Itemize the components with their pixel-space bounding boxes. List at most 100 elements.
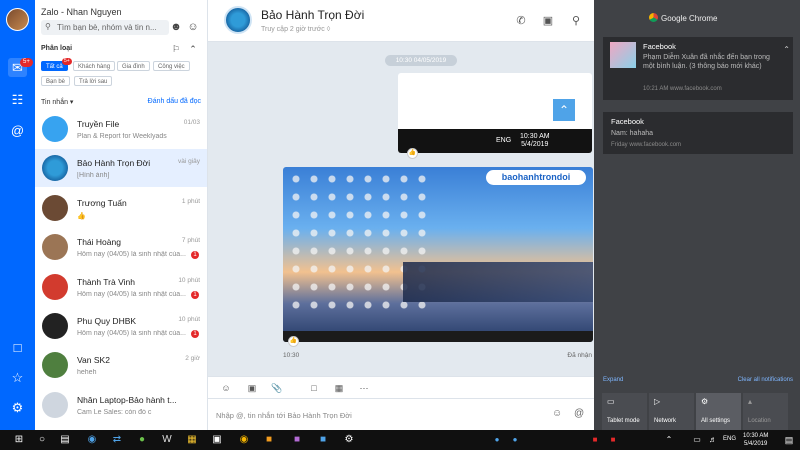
contact-status: Truy cập 2 giờ trước ◊ [261,26,331,33]
tray-icon[interactable]: ● [490,433,504,447]
notification[interactable]: Facebook Phạm Diễm Xuân đã nhắc đến bạn … [603,37,793,100]
tablet-mode-tile[interactable]: ▭ Tablet mode [602,393,647,430]
capture-icon[interactable]: □ [308,382,320,394]
search-icon[interactable]: ⚲ [569,14,583,28]
app-icon[interactable]: ● [135,433,149,447]
windows-start-icon[interactable]: ⊞ [12,433,26,447]
mention-icon[interactable]: @ [574,408,584,419]
filter-icon[interactable]: ⚐ [169,42,183,56]
action-center-links: Expand Clear all notifications [603,377,793,383]
chat-header: Bảo Hành Trọn Đời Truy cập 2 giờ trước ◊… [208,0,594,42]
chevron-up-icon[interactable]: ⌃ [662,433,676,447]
zalo-taskbar-icon[interactable]: ◉ [85,433,99,447]
settings-icon[interactable]: ⚙ [8,398,27,417]
app-icon[interactable]: ▣ [210,433,224,447]
conversation-item[interactable]: Thái Hoàng Hôm nay (04/05) là sinh nhật … [35,228,207,266]
avatar [42,392,68,418]
notification-thumbnail [610,42,636,68]
star-icon[interactable]: ☆ [8,368,27,387]
taskbar-clock[interactable]: 10:30 AM 5/4/2019 [743,432,768,448]
all-settings-tile[interactable]: ⚙ All settings [696,393,741,430]
avatar [42,313,68,339]
network-icon: ▷ [654,397,661,406]
sticker-icon[interactable]: ☺ [220,382,232,394]
user-avatar[interactable] [6,8,29,31]
gear-icon[interactable]: ⚙ [342,433,356,447]
chrome-taskbar-icon[interactable]: ◉ [237,433,251,447]
conversation-item[interactable]: Truyền File Plan & Report for Weeklyads … [35,110,207,148]
create-group-icon[interactable]: ☺ [186,20,200,34]
image-message[interactable]: ⌃ ENG 10:30 AM 5/4/2019 [398,73,592,153]
mention-icon[interactable]: @ [8,121,27,140]
video-call-icon[interactable]: ▣ [541,14,555,28]
contact-name[interactable]: Bảo Hành Trọn Đời [261,8,364,22]
word-icon[interactable]: W [160,433,174,447]
cortana-icon[interactable]: ○ [35,433,49,447]
app-icon[interactable]: ■ [262,433,276,447]
task-view-icon[interactable]: ▤ [58,433,72,447]
chip-work[interactable]: Công việc [153,61,190,71]
notification-center-icon[interactable]: ▤ [782,433,796,447]
expand-link[interactable]: Expand [603,377,623,383]
file-explorer-icon[interactable]: ▦ [185,433,199,447]
composer-toolbar: ☺ ▣ 📎 □ ▦ ⋯ [208,376,594,398]
search-input[interactable]: ⚲ Tìm bạn bè, nhóm và tin n... [41,20,169,35]
notification[interactable]: Facebook Nam: hahaha Friday www.facebook… [603,112,793,154]
tray-icon[interactable]: ■ [606,433,620,447]
conversation-item[interactable]: Bảo Hành Trọn Đời [Hình ảnh] vài giây [35,149,207,187]
card-icon[interactable]: ▦ [333,382,345,394]
messages-tab[interactable]: Tin nhắn ▾ [41,98,73,106]
conversation-item[interactable]: Thành Trà Vinh Hôm nay (04/05) là sinh n… [35,268,207,306]
zalo-app: ✉ 5+ ☷ @ □ ☆ ⚙ Zalo - Nhan Nguyen ⚲ Tìm … [0,0,800,430]
conversation-item[interactable]: Trương Tuấn 👍 1 phút [35,189,207,227]
mark-read-link[interactable]: Đánh dấu đã đọc [148,98,201,105]
chrome-icon [649,13,658,22]
app-icon[interactable]: ■ [316,433,330,447]
image-message[interactable]: baohanhtrondoi [283,167,593,342]
app-icon[interactable]: ■ [290,433,304,447]
image-taskbar [283,331,593,342]
chip-all[interactable]: Tất cả 5+ [41,58,72,71]
chevron-up-icon[interactable]: ⌃ [783,45,790,54]
avatar [42,195,68,221]
reaction-icon[interactable]: 👍 [288,336,299,347]
tray-icon[interactable]: ● [508,433,522,447]
conversation-item[interactable]: Phu Quy DHBK Hôm nay (04/05) là sinh nhậ… [35,307,207,345]
message-input[interactable]: Nhập @, tin nhắn tới Bảo Hành Trọn Đời ☺… [208,398,594,430]
volume-icon[interactable]: ♬ [706,433,720,447]
screenshot-icon[interactable]: □ [8,338,27,357]
location-tile[interactable]: ▴ Location [743,393,788,430]
more-icon[interactable]: ⋯ [358,382,370,394]
battery-icon[interactable]: ▭ [690,433,704,447]
chip-customers[interactable]: Khách hàng [73,61,116,71]
unread-badge: 1 [191,251,199,259]
action-center: Google Chrome Facebook Phạm Diễm Xuân đã… [594,0,800,430]
notification-app: Google Chrome [661,14,718,23]
reaction-icon[interactable]: 👍 [407,148,418,159]
network-tile[interactable]: ▷ Network [649,393,694,430]
conversation-item[interactable]: Van SK2 heheh 2 giờ [35,346,207,384]
chip-reply-later[interactable]: Trả lời sau [74,76,113,86]
tray-icon[interactable]: ■ [588,433,602,447]
tablet-icon: ▭ [607,397,615,406]
emoji-icon[interactable]: ☺ [552,408,562,419]
clear-all-link[interactable]: Clear all notifications [738,377,793,383]
image-icon[interactable]: ▣ [246,382,258,394]
contacts-icon[interactable]: ☷ [8,90,27,109]
windows-taskbar: ⊞ ○ ▤ ◉ ⇄ ● W ▦ ▣ ◉ ■ ■ ■ ⚙ ● ● ■ ■ ⌃ ▭ … [0,430,800,450]
language-indicator[interactable]: ENG [723,436,736,442]
attach-icon[interactable]: 📎 [271,382,283,394]
add-friend-icon[interactable]: ☻ [169,20,183,34]
tag-icon: ◊ [326,26,331,33]
conversation-item[interactable]: Nhân Laptop-Bảo hành t... Cam Le Sales: … [35,386,207,424]
phone-icon[interactable]: ✆ [514,14,528,28]
avatar [42,274,68,300]
teamviewer-icon[interactable]: ⇄ [110,433,124,447]
brand-logo: baohanhtrondoi [486,170,586,185]
contact-avatar[interactable] [224,6,252,34]
chip-family[interactable]: Gia đình [117,61,150,71]
chevron-up-icon[interactable]: ⌃ [186,42,200,56]
image-taskbar: ENG 10:30 AM 5/4/2019 [398,129,592,153]
chip-friends[interactable]: Bạn bè [41,76,71,86]
avatar [42,352,68,378]
